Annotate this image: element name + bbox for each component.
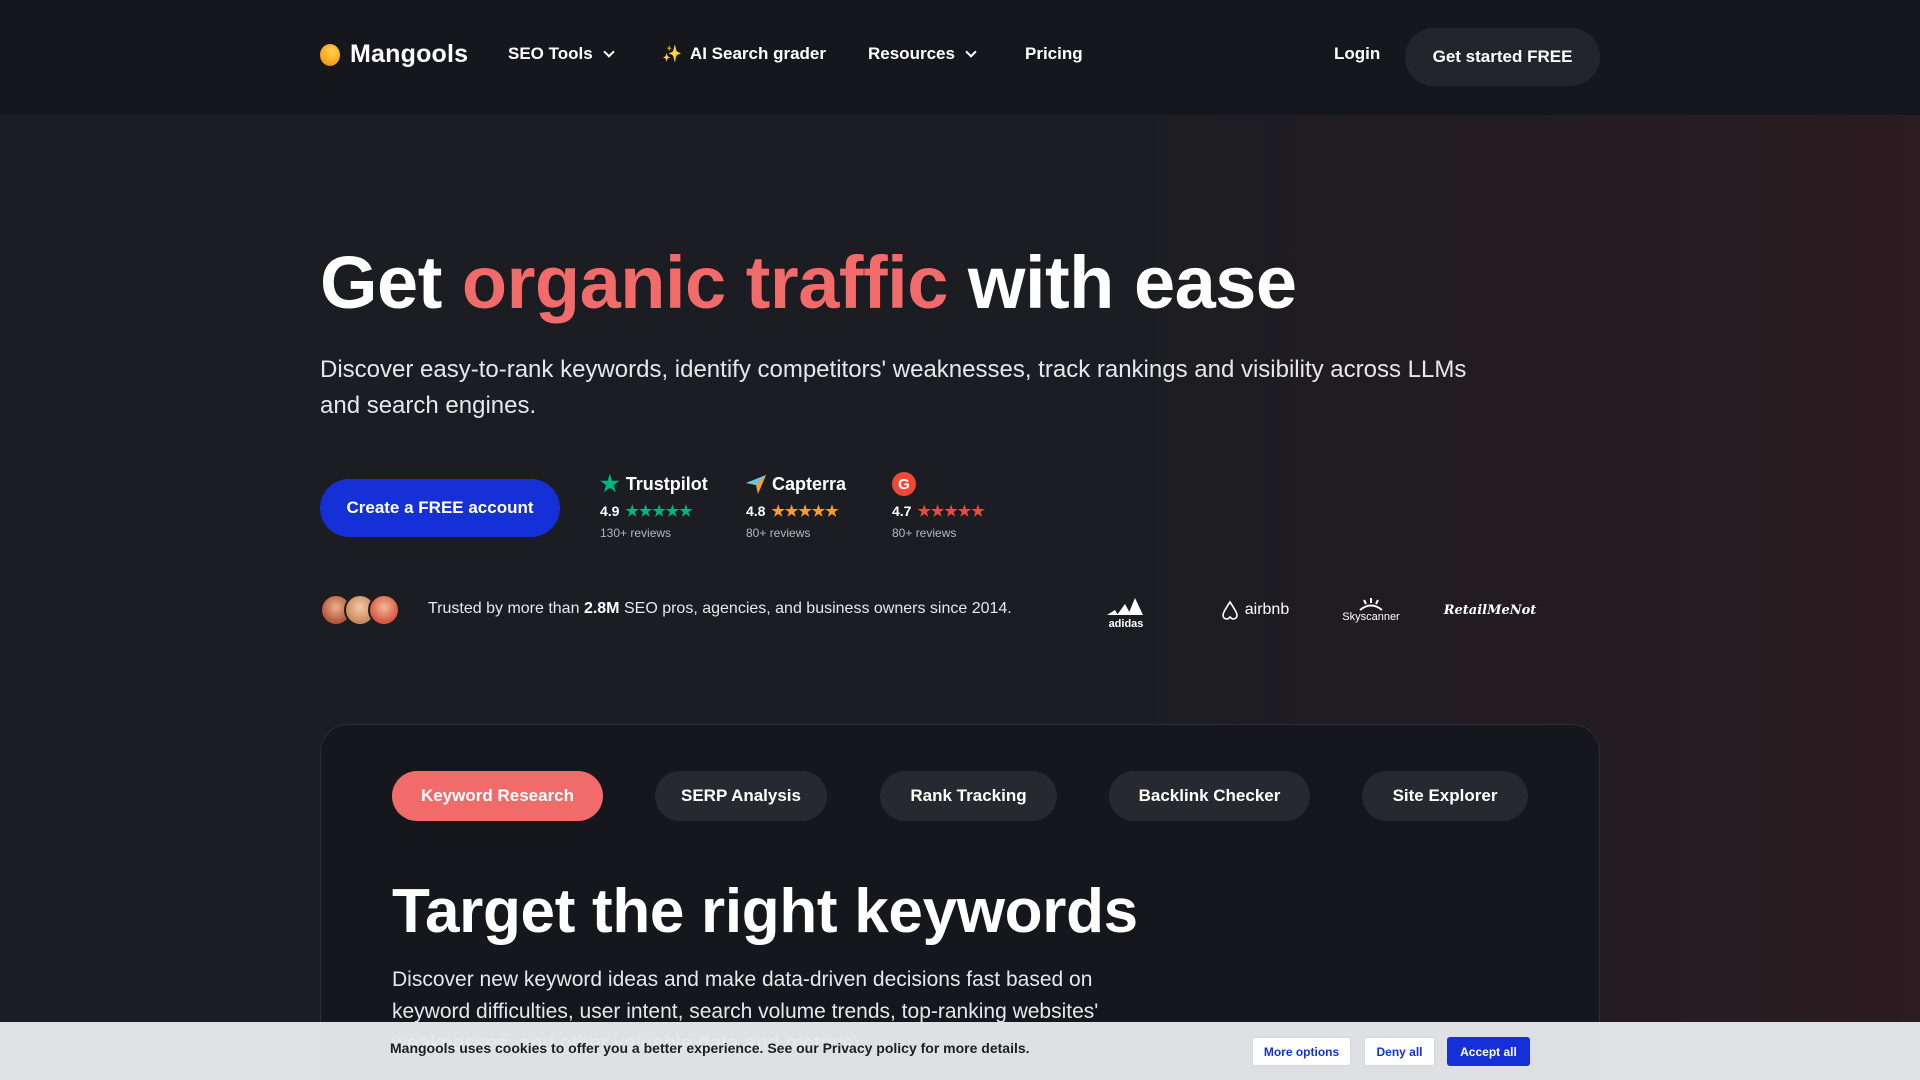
- rating-score: 4.7: [892, 503, 912, 519]
- nav-ai-search-grader-label: AI Search grader: [689, 44, 826, 63]
- partner-logo-adidas: adidas: [1096, 590, 1156, 630]
- nav-resources-label: Resources: [868, 44, 955, 63]
- rating-score: 4.9: [600, 503, 620, 519]
- nav-pricing-label: Pricing: [1025, 44, 1083, 63]
- rating-reviews: 130+ reviews: [600, 526, 672, 540]
- section-title: Target the right keywords: [392, 877, 1138, 946]
- tab-rank-tracking[interactable]: Rank Tracking: [880, 771, 1057, 821]
- rating-capterra[interactable]: Capterra 4.8 ★★★★★ 80+ reviews: [746, 472, 846, 540]
- partner-logo-skyscanner: Skyscanner: [1336, 590, 1406, 630]
- capterra-arrow-icon: [746, 475, 766, 494]
- trustpilot-star-icon: ★: [600, 471, 620, 496]
- rating-g2[interactable]: G 4.7 ★★★★★ 80+ reviews: [892, 472, 985, 540]
- star-rating-icons: ★★★★★: [917, 503, 985, 520]
- logo[interactable]: Mangools: [320, 40, 468, 69]
- user-avatars: [320, 594, 400, 626]
- deny-all-button[interactable]: Deny all: [1364, 1037, 1435, 1066]
- trustpilot-logo: ★ Trustpilot: [600, 471, 708, 496]
- tab-keyword-research[interactable]: Keyword Research: [392, 771, 603, 821]
- chevron-down-icon: [603, 46, 615, 58]
- trust-highlight: 2.8M: [583, 600, 620, 617]
- top-navbar: Mangools SEO Tools ✨ AI Search grader Re…: [0, 0, 1920, 115]
- login-link[interactable]: Login: [1334, 44, 1380, 64]
- rating-brand: Trustpilot: [625, 473, 708, 494]
- tab-site-explorer[interactable]: Site Explorer: [1362, 771, 1528, 821]
- logo-text: Mangools: [350, 40, 469, 68]
- partner-name: adidas: [1108, 618, 1144, 630]
- nav-ai-search-grader[interactable]: ✨ AI Search grader: [662, 44, 826, 64]
- rating-reviews: 80+ reviews: [746, 526, 811, 540]
- sparkle-icon: ✨: [662, 46, 682, 63]
- rating-brand: Capterra: [772, 473, 847, 494]
- star-rating-icons: ★★★★★: [771, 503, 839, 520]
- star-rating-icons: ★★★★★: [625, 503, 693, 520]
- get-started-button[interactable]: Get started FREE: [1405, 28, 1600, 86]
- partner-logo-airbnb: airbnb: [1214, 590, 1294, 630]
- trust-text: Trusted by more than 2.8M SEO pros, agen…: [428, 600, 1012, 618]
- partner-logo-retailmenot: RetailMeNot: [1444, 590, 1537, 630]
- g2-logo-icon: G: [892, 472, 916, 496]
- tab-serp-analysis[interactable]: SERP Analysis: [655, 771, 827, 821]
- hero-title-pre: Get: [320, 241, 442, 324]
- hero-subtitle: Discover easy-to-rank keywords, identify…: [320, 356, 1467, 419]
- nav-seo-tools-label: SEO Tools: [508, 44, 593, 63]
- rating-trustpilot[interactable]: ★ Trustpilot 4.9 ★★★★★ 130+ reviews: [600, 471, 708, 540]
- hero-title-post: with ease: [967, 241, 1297, 324]
- capterra-logo: Capterra: [746, 472, 846, 496]
- rating-score: 4.8: [746, 503, 766, 519]
- trust-text-post: SEO pros, agencies, and business owners …: [623, 600, 1012, 617]
- nav-resources[interactable]: Resources: [868, 44, 977, 64]
- login-label: Login: [1334, 44, 1381, 63]
- nav-seo-tools[interactable]: SEO Tools: [508, 44, 615, 64]
- tab-backlink-checker[interactable]: Backlink Checker: [1109, 771, 1310, 821]
- create-account-button[interactable]: Create a FREE account: [320, 479, 560, 537]
- nav-pricing[interactable]: Pricing: [1025, 44, 1083, 64]
- more-options-button[interactable]: More options: [1252, 1037, 1351, 1066]
- skyscanner-logo-icon: [1359, 598, 1383, 611]
- cookie-banner: Mangools uses cookies to offer you a bet…: [0, 1022, 1920, 1080]
- logo-icon: [320, 43, 340, 66]
- rating-reviews: 80+ reviews: [892, 526, 957, 540]
- airbnb-logo-icon: [1221, 600, 1238, 620]
- partner-name: airbnb: [1244, 601, 1290, 618]
- chevron-down-icon: [965, 46, 977, 58]
- cookie-text: Mangools uses cookies to offer you a bet…: [390, 1040, 1030, 1056]
- partner-name: RetailMeNot: [1443, 602, 1537, 618]
- avatar: [368, 594, 400, 626]
- trust-text-pre: Trusted by more than: [428, 600, 580, 617]
- hero-title-accent: organic traffic: [461, 241, 948, 324]
- partner-name: Skyscanner: [1342, 611, 1400, 623]
- accept-all-button[interactable]: Accept all: [1447, 1037, 1530, 1066]
- hero-title: Get organic traffic with ease: [320, 240, 1297, 325]
